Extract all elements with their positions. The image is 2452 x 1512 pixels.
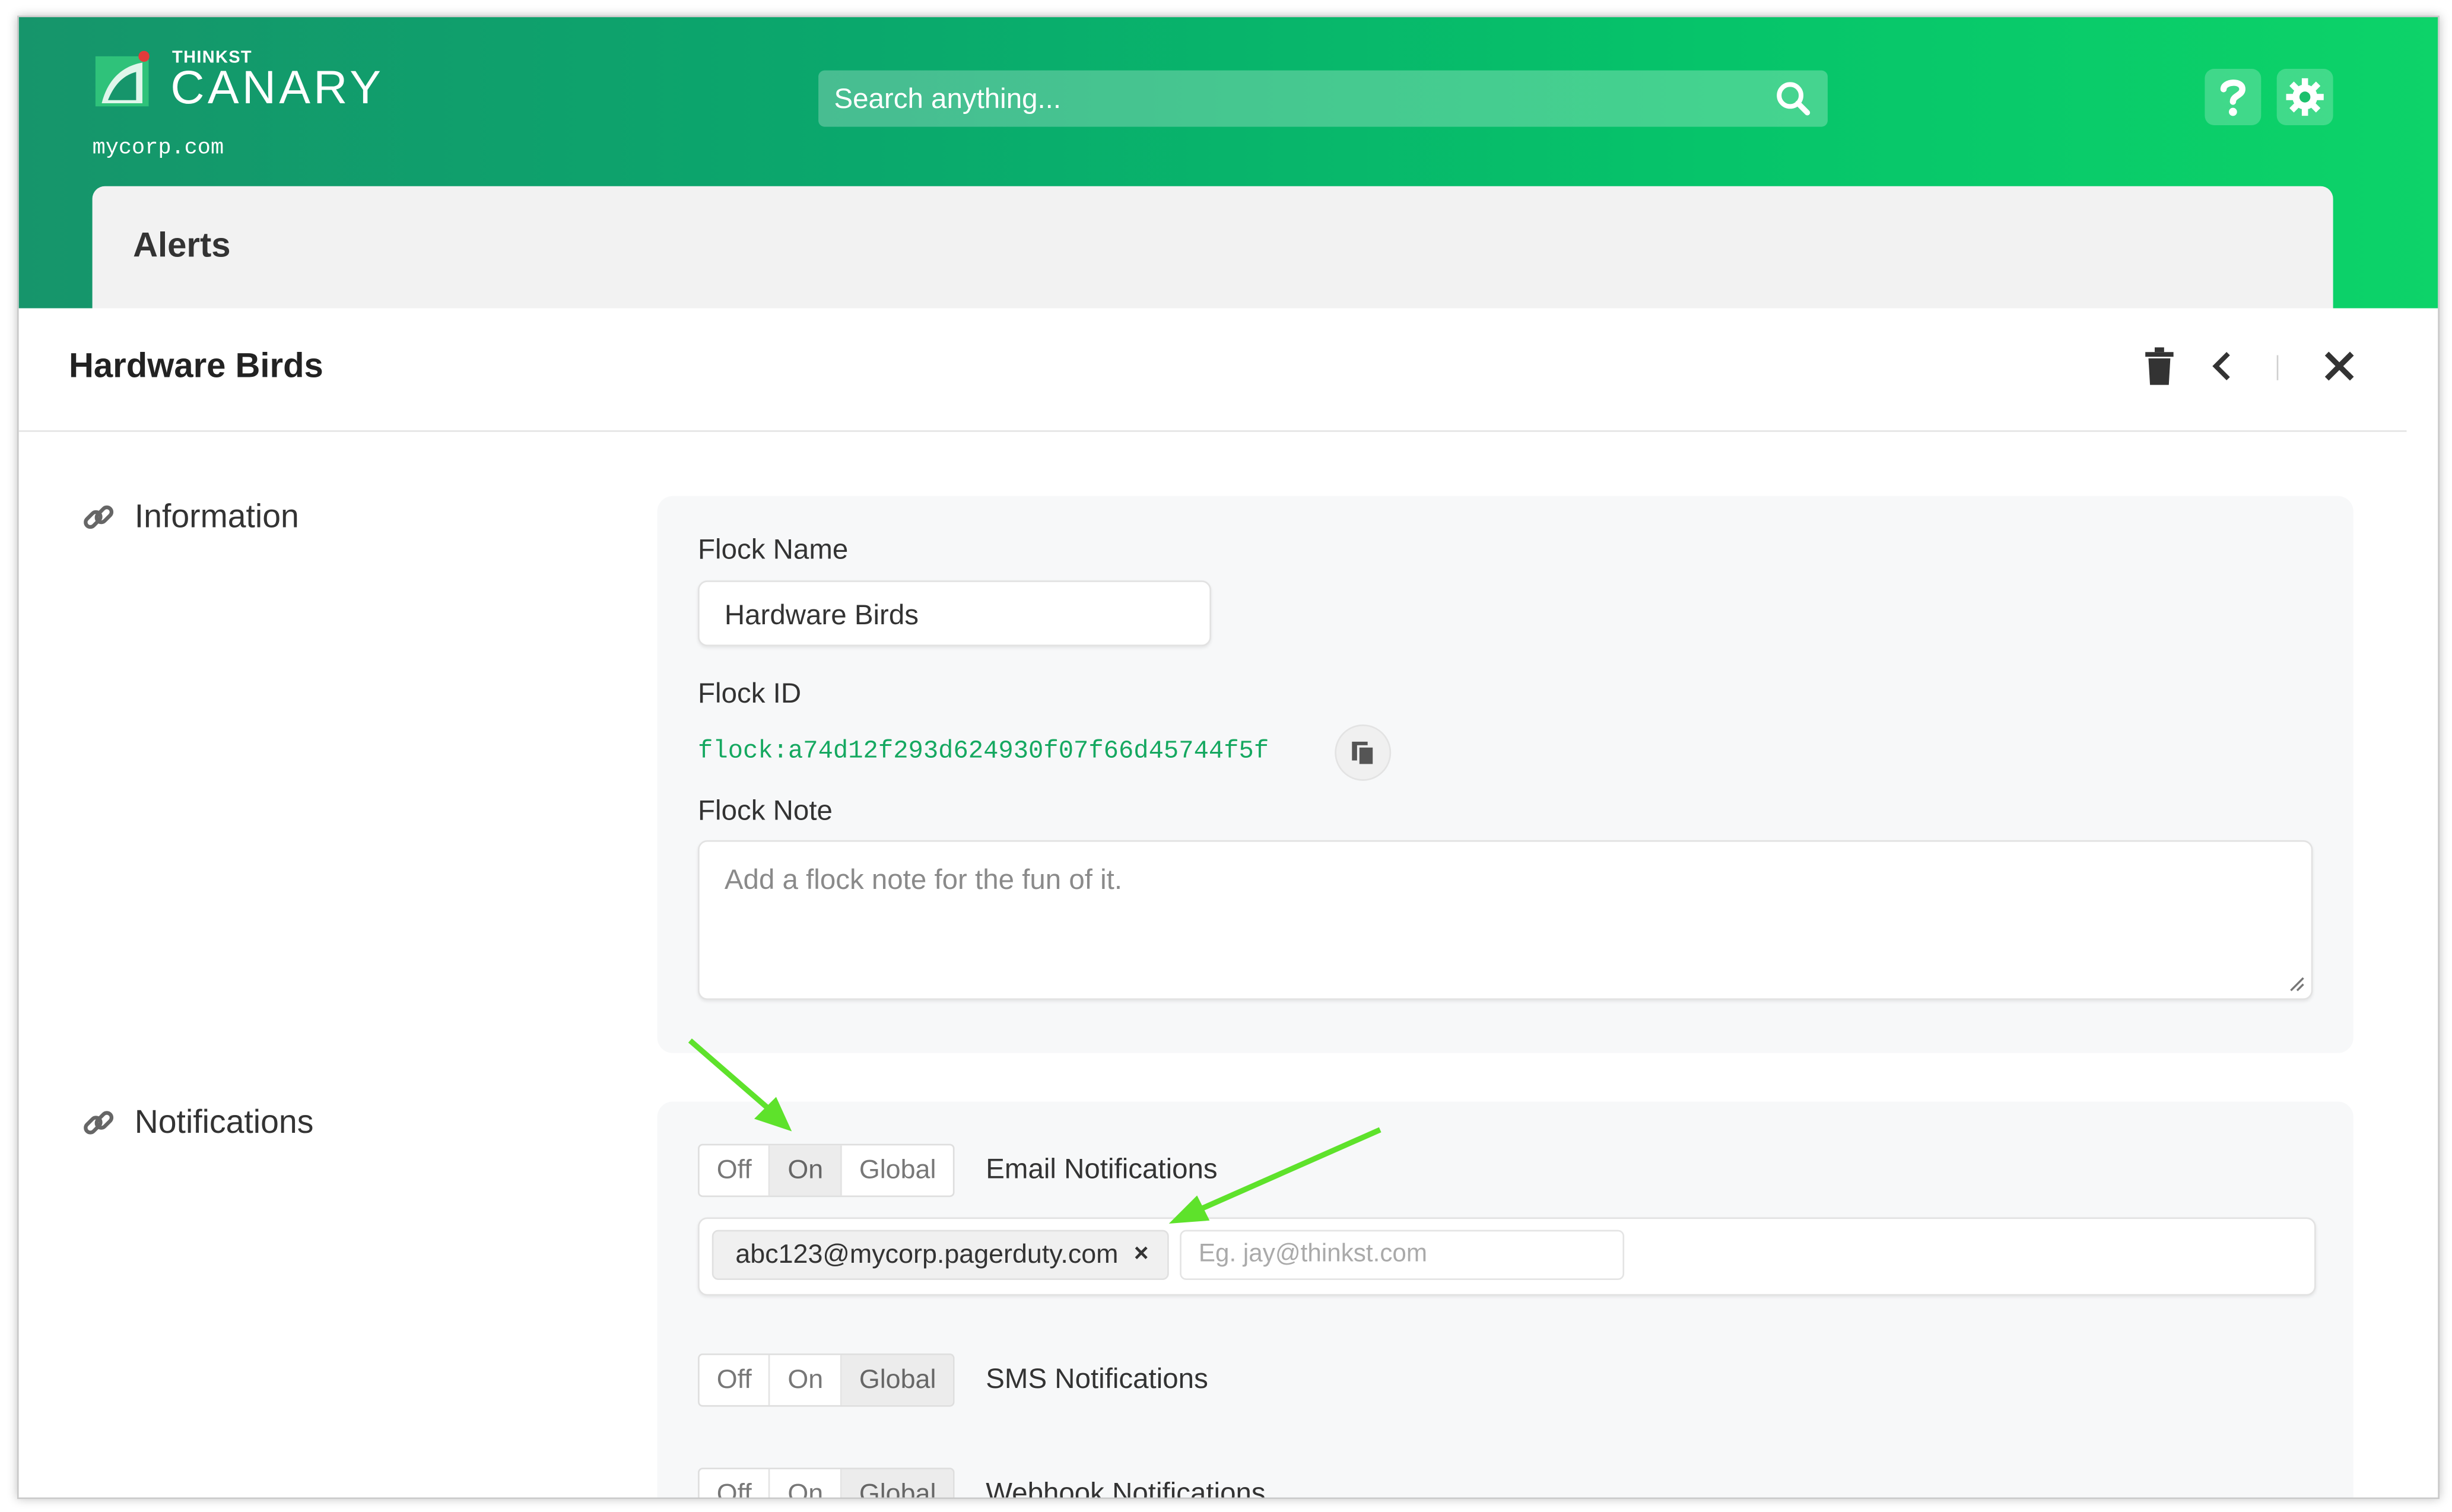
app-window: THINKST CANARY mycorp.com Search anythin… [17, 15, 2440, 1500]
arrow-annotation [688, 1038, 792, 1132]
arrow-annotation [1168, 1127, 1381, 1224]
annotation-arrows [688, 1038, 1381, 1224]
